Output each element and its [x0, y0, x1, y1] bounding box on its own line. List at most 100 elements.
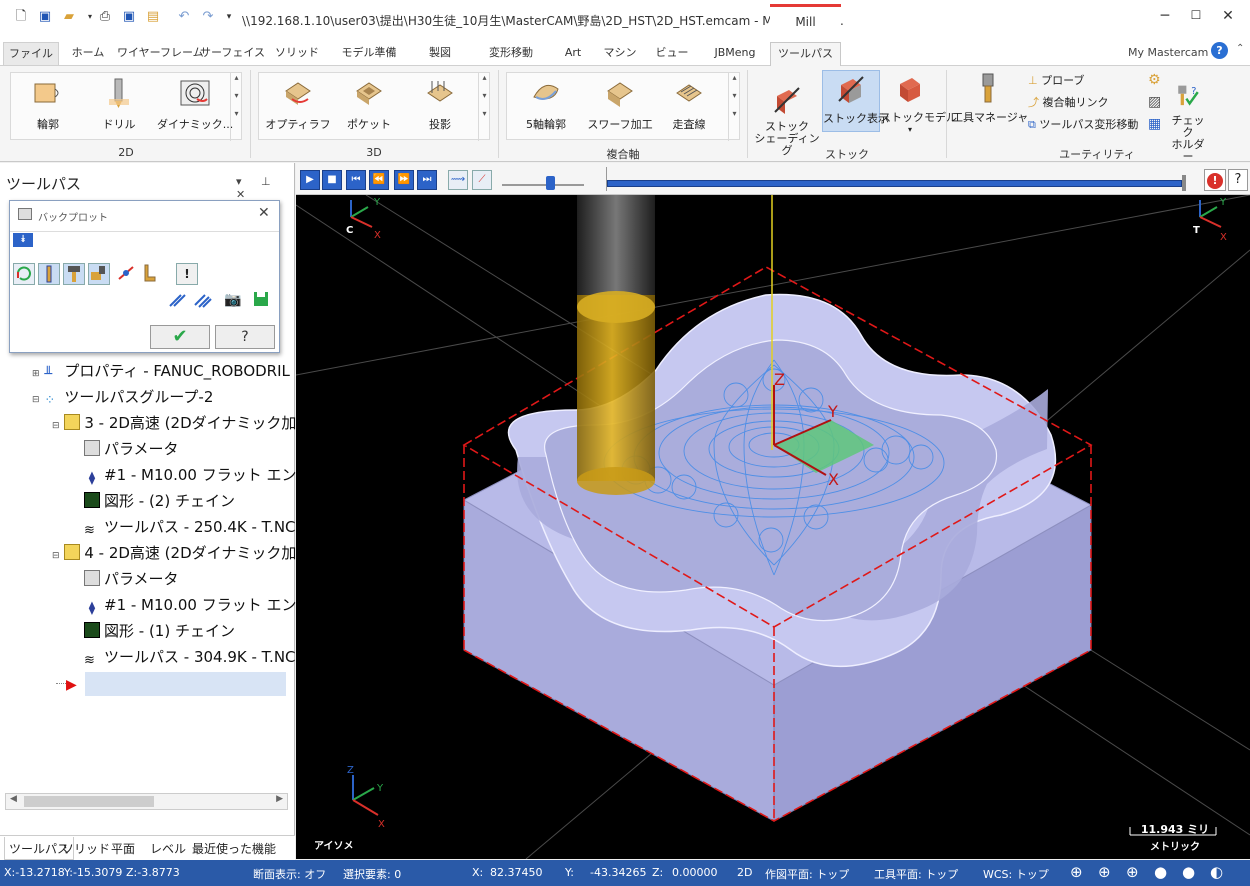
maximize-button[interactable]: ☐ — [1186, 8, 1206, 22]
tab-toolpaths[interactable]: ツールパス — [770, 42, 841, 67]
backplot-multi-toolpath-icon[interactable] — [193, 289, 215, 311]
horizontal-scrollbar[interactable]: ◀ ▶ — [5, 793, 288, 810]
go-to-end-button[interactable]: ⏭ — [417, 170, 437, 190]
play-button[interactable]: ▶ — [300, 170, 320, 190]
ok-button[interactable]: ✔ — [150, 325, 210, 349]
go-to-start-button[interactable]: ⏮ — [346, 170, 366, 190]
tree-toolpath[interactable]: ≋ ツールパス - 304.9K - T.NC — [84, 645, 296, 669]
insert-arrow-icon[interactable]: ▶ — [66, 677, 77, 693]
optirough-button[interactable]: オプティラフ — [263, 77, 333, 132]
project-button[interactable]: 投影 — [407, 77, 473, 132]
undo-icon[interactable]: ↶ — [176, 9, 192, 25]
collapse-icon[interactable]: ⊟ — [52, 421, 60, 431]
ribbon-collapse-icon[interactable]: ⌃ — [1236, 43, 1244, 54]
tree-parameters[interactable]: パラメータ — [84, 437, 179, 461]
tab-solid[interactable]: ソリッド — [272, 42, 322, 66]
backplot-display-icon[interactable] — [13, 263, 35, 285]
gallery-multiaxis-scroll[interactable]: ▴ ▾ ▾ — [728, 73, 740, 141]
tree-geometry[interactable]: 図形 - (1) チェイン — [84, 619, 235, 643]
sphere-translucent-icon[interactable]: ◐ — [1210, 863, 1223, 881]
tree-toolpath[interactable]: ≋ ツールパス - 250.4K - T.NC — [84, 515, 296, 539]
redo-icon[interactable]: ↷ — [200, 9, 216, 25]
expand-dialog-icon[interactable]: ⯯ — [13, 233, 33, 247]
tree-operation-3[interactable]: ⊟ 3 - 2D高速 (2Dダイナミック加工 — [52, 411, 311, 435]
save-icon[interactable] — [251, 289, 273, 311]
expand-icon[interactable]: ⊞ — [32, 369, 40, 379]
coord-z-value[interactable]: 0.00000 — [672, 866, 718, 879]
minimize-button[interactable]: ─ — [1155, 8, 1175, 24]
util-icon-2[interactable]: ▨ — [1148, 94, 1161, 110]
backplot-holder-icon[interactable] — [63, 263, 85, 285]
coord-x-value[interactable]: 82.37450 — [490, 866, 543, 879]
tab-file[interactable]: ファイル — [3, 42, 59, 66]
close-button[interactable]: ✕ — [1218, 8, 1238, 24]
pocket-button[interactable]: ポケット — [339, 77, 399, 132]
tab-home[interactable]: ホーム — [66, 42, 110, 66]
stock-display-button[interactable]: ストック表示 — [822, 70, 889, 132]
backplot-tool-icon[interactable] — [38, 263, 60, 285]
mode-2d-toggle[interactable]: 2D — [737, 866, 752, 879]
step-forward-button[interactable]: ⏩ — [394, 170, 414, 190]
tplane-status[interactable]: 工具平面: トップ — [874, 866, 958, 882]
drill-button[interactable]: ドリル — [89, 77, 149, 132]
gallery-2d-scroll[interactable]: ▴ ▾ ▾ — [230, 73, 242, 141]
step-back-button[interactable]: ⏪ — [369, 170, 389, 190]
progress-bar[interactable] — [607, 180, 1182, 187]
tree-geometry[interactable]: 図形 - (2) チェイン — [84, 489, 235, 513]
backplot-toolpath-icon[interactable] — [167, 289, 189, 311]
backplot-endpoints-icon[interactable] — [141, 263, 163, 285]
tab-machine[interactable]: マシン — [600, 42, 640, 66]
wcs-status[interactable]: WCS: トップ — [983, 866, 1049, 882]
help-icon[interactable]: ? — [1211, 42, 1228, 59]
insert-position-row[interactable] — [85, 672, 286, 696]
quick-access-dropdown[interactable]: ▾ — [221, 9, 237, 25]
save-icon[interactable]: ▣ — [37, 9, 53, 25]
cplane-status[interactable]: 作図平面: トップ — [765, 866, 849, 882]
tree-properties[interactable]: ⊞ ╨ プロパティ - FANUC_ROBODRIL — [32, 359, 290, 383]
tab-jbmeng[interactable]: JBMeng — [707, 42, 763, 66]
sphere-gloss-icon[interactable]: ● — [1182, 863, 1195, 881]
tab-levels-manager[interactable]: レベル — [150, 840, 186, 857]
print-icon[interactable]: ⎙ — [97, 9, 113, 25]
stock-model-dropdown-icon[interactable]: ▾ — [880, 125, 940, 134]
collapse-icon[interactable]: ⊟ — [52, 551, 60, 561]
toolpath-transform-button[interactable]: ⧉ ツールパス変形移動 — [1028, 116, 1138, 132]
tree-toolpath-group[interactable]: ⊟ ⁘ ツールパスグループ-2 — [32, 385, 213, 409]
globe-shade-icon[interactable]: ⊕ — [1126, 863, 1139, 881]
probe-button[interactable]: ⊥ プローブ — [1028, 72, 1084, 88]
section-view-status[interactable]: 断面表示: オフ — [253, 866, 326, 882]
backplot-info-icon[interactable]: ! — [176, 263, 198, 285]
5axis-contour-button[interactable]: 5軸輪郭 — [511, 77, 581, 132]
sim-help-icon[interactable]: ? — [1228, 169, 1248, 191]
new-file-icon[interactable]: 🗋 — [13, 9, 29, 25]
my-mastercam-link[interactable]: My Mastercam — [1128, 46, 1208, 59]
tree-tool[interactable]: ⧫ #1 - M10.00 フラット エンドミ — [84, 593, 327, 617]
util-icon-1[interactable]: ⚙ — [1148, 72, 1161, 88]
backplot-entry-icon[interactable] — [116, 263, 138, 285]
tree-parameters[interactable]: パラメータ — [84, 567, 179, 591]
coord-y-value[interactable]: -43.34265 — [590, 866, 646, 879]
dialog-close-button[interactable]: ✕ — [258, 205, 270, 221]
stop-conditions-icon[interactable]: ! — [1204, 169, 1226, 191]
camera-icon[interactable]: 📷 — [222, 289, 244, 311]
save-as-icon[interactable]: ▣ — [121, 9, 137, 25]
tree-tool[interactable]: ⧫ #1 - M10.00 フラット エンドミ — [84, 463, 327, 487]
tab-drafting[interactable]: 製図 — [420, 42, 460, 66]
tree-operation-4[interactable]: ⊟ 4 - 2D高速 (2Dダイナミック加工 — [52, 541, 311, 565]
tab-art[interactable]: Art — [558, 42, 588, 66]
stop-button[interactable]: ■ — [322, 170, 342, 190]
util-icon-3[interactable]: ▦ — [1148, 116, 1161, 132]
globe-icon[interactable]: ⊕ — [1070, 863, 1083, 881]
help-button[interactable]: ? — [215, 325, 275, 349]
tab-wireframe[interactable]: ワイヤーフレーム — [117, 42, 204, 66]
swarf-button[interactable]: スワーフ加工 — [585, 77, 655, 132]
tab-model-prep[interactable]: モデル準備 — [333, 42, 405, 66]
display-mode-icon[interactable]: ⟋ — [472, 170, 492, 190]
speed-slider-thumb[interactable] — [546, 176, 555, 190]
dynamic-button[interactable]: ダイナミック... — [157, 77, 233, 132]
tool-manager-button[interactable]: 工具マネージャ — [952, 72, 1028, 125]
sphere-icon[interactable]: ● — [1154, 863, 1167, 881]
backplot-rapid-icon[interactable] — [88, 263, 110, 285]
globe-wire-icon[interactable]: ⊕ — [1098, 863, 1111, 881]
tab-recent-functions[interactable]: 最近使った機能 — [192, 840, 276, 857]
